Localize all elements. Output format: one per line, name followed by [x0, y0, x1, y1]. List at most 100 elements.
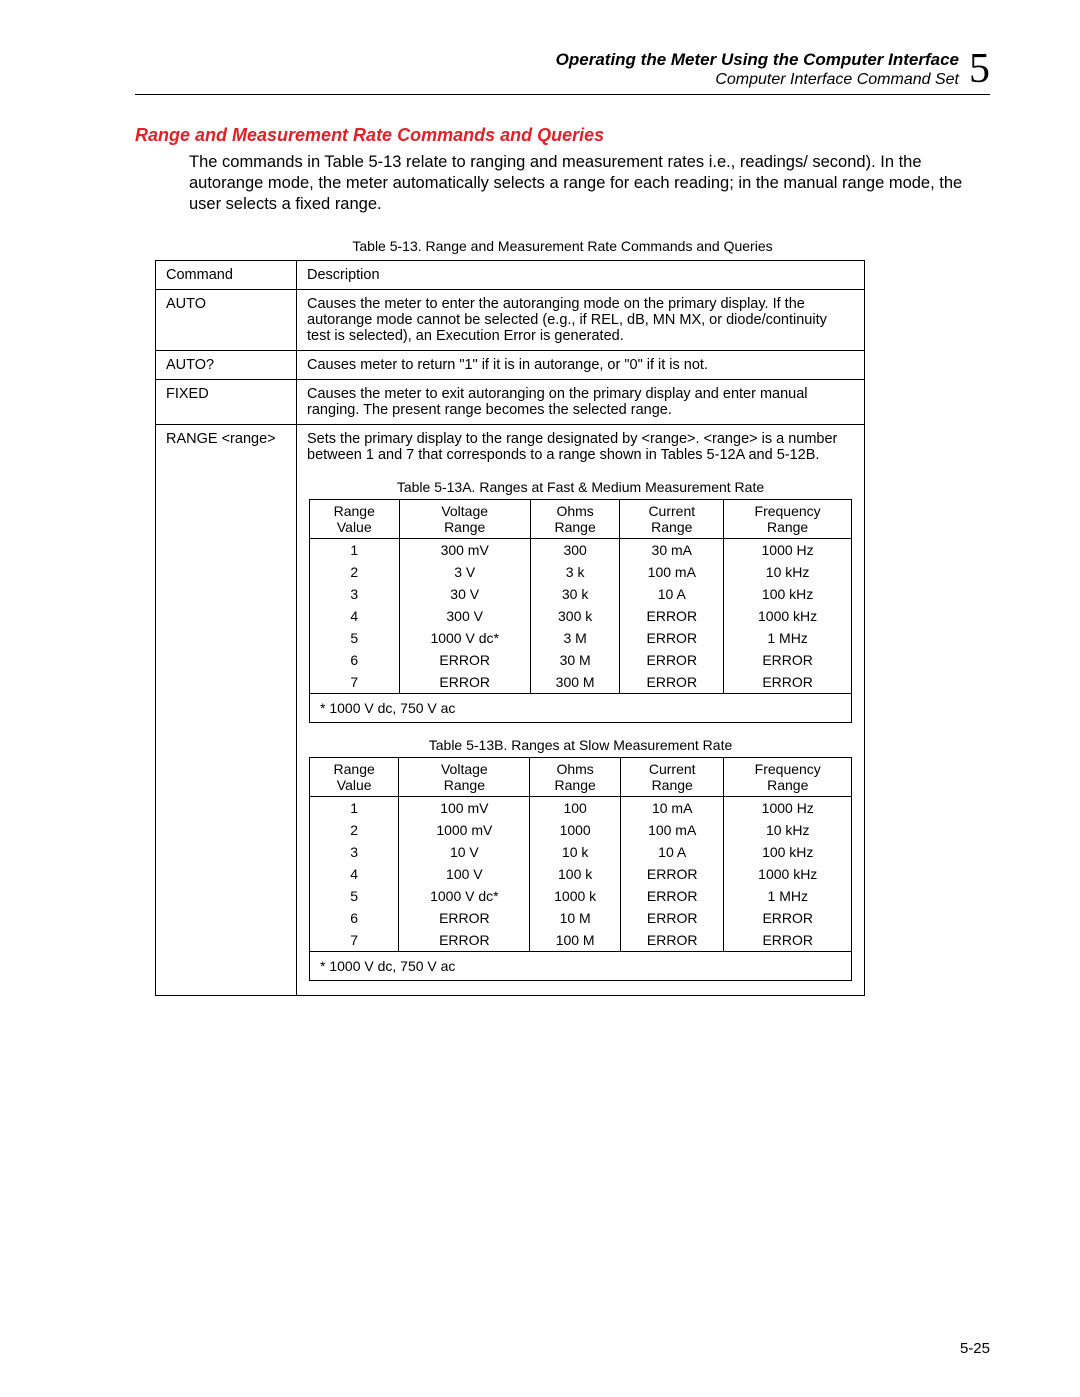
table-cell: 10 k [530, 841, 621, 863]
table-cell: ERROR [620, 863, 724, 885]
table-cell: 100 M [530, 929, 621, 952]
page: Operating the Meter Using the Computer I… [0, 0, 1080, 1397]
table-cell: ERROR [620, 671, 724, 694]
subtable-b-caption: Table 5-13B. Ranges at Slow Measurement … [309, 737, 852, 753]
table-cell: 3 V [399, 561, 530, 583]
table-row: 1300 mV30030 mA1000 Hz [310, 538, 852, 561]
desc-cell: Causes meter to return "1" if it is in a… [297, 350, 865, 379]
table-cell: 1000 mV [399, 819, 530, 841]
desc-cell: Sets the primary display to the range de… [297, 424, 865, 469]
table-cell: 1000 V dc* [399, 627, 530, 649]
table-cell: 10 A [620, 841, 724, 863]
subtable-a-footnote: * 1000 V dc, 750 V ac [310, 693, 852, 722]
header-rule [135, 94, 990, 95]
table-cell: 100 mV [399, 796, 530, 819]
table-cell: 10 M [530, 907, 621, 929]
table-cell: ERROR [620, 885, 724, 907]
table-cell: 1 [310, 538, 400, 561]
table-cell: 4 [310, 863, 399, 885]
table-cell: 300 k [530, 605, 620, 627]
table-row: 23 V3 k100 mA10 kHz [310, 561, 852, 583]
table-cell: 6 [310, 907, 399, 929]
running-header: Operating the Meter Using the Computer I… [135, 50, 990, 90]
table-cell: ERROR [620, 649, 724, 671]
table-cell: 10 mA [620, 796, 724, 819]
table-cell: 1000 Hz [724, 538, 852, 561]
table-row: AUTO? Causes meter to return "1" if it i… [156, 350, 865, 379]
table-cell: 10 kHz [724, 561, 852, 583]
section-heading: Range and Measurement Rate Commands and … [135, 125, 990, 146]
col-header-command: Command [156, 260, 297, 289]
table-row: 4100 V100 kERROR1000 kHz [310, 863, 852, 885]
table-cell: 6 [310, 649, 400, 671]
table-row: 51000 V dc*1000 kERROR1 MHz [310, 885, 852, 907]
table-cell: 300 V [399, 605, 530, 627]
table-row: 51000 V dc*3 MERROR1 MHz [310, 627, 852, 649]
table-cell: 10 A [620, 583, 724, 605]
table-cell: 100 [530, 796, 621, 819]
table-cell: ERROR [724, 907, 852, 929]
subtable-header: RangeValue VoltageRange OhmsRange Curren… [310, 499, 852, 538]
table-cell: ERROR [620, 907, 724, 929]
table-cell: 1000 V dc* [399, 885, 530, 907]
table-caption: Table 5-13. Range and Measurement Rate C… [135, 238, 990, 254]
table-cell: 1000 kHz [724, 863, 852, 885]
table-cell: ERROR [620, 627, 724, 649]
table-cell: 100 k [530, 863, 621, 885]
subtable-a-body: 1300 mV30030 mA1000 Hz23 V3 k100 mA10 kH… [310, 538, 852, 693]
table-cell: 2 [310, 561, 400, 583]
table-cell: 5 [310, 885, 399, 907]
table-cell: ERROR [724, 671, 852, 694]
cmd-cell: RANGE <range> [156, 424, 297, 469]
desc-cell: Causes the meter to exit autoranging on … [297, 379, 865, 424]
table-cell: 7 [310, 671, 400, 694]
table-cell: ERROR [724, 929, 852, 952]
table-cell: 1 [310, 796, 399, 819]
subtable-b: RangeValue VoltageRange OhmsRange Curren… [309, 757, 852, 981]
header-section-title: Computer Interface Command Set [715, 71, 959, 88]
table-cell: ERROR [620, 929, 724, 952]
table-cell: 100 V [399, 863, 530, 885]
table-row: AUTO Causes the meter to enter the autor… [156, 289, 865, 350]
command-table: Command Description AUTO Causes the mete… [155, 260, 865, 996]
table-cell: 100 mA [620, 819, 724, 841]
table-cell: 300 [530, 538, 620, 561]
table-cell: 100 kHz [724, 841, 852, 863]
table-row: 330 V30 k10 A100 kHz [310, 583, 852, 605]
table-cell: 1000 kHz [724, 605, 852, 627]
table-cell: 1000 [530, 819, 621, 841]
table-cell: 100 mA [620, 561, 724, 583]
table-row: 6ERROR30 MERRORERROR [310, 649, 852, 671]
table-cell: 100 kHz [724, 583, 852, 605]
table-cell: 5 [310, 627, 400, 649]
cmd-cell: FIXED [156, 379, 297, 424]
empty-cell [156, 469, 297, 996]
subtable-b-body: 1100 mV10010 mA1000 Hz21000 mV1000100 mA… [310, 796, 852, 951]
table-row: 4300 V300 kERROR1000 kHz [310, 605, 852, 627]
table-cell: 30 V [399, 583, 530, 605]
subtable-header: RangeValue VoltageRange OhmsRange Curren… [310, 757, 852, 796]
subtable-a: RangeValue VoltageRange OhmsRange Curren… [309, 499, 852, 723]
table-row: 21000 mV1000100 mA10 kHz [310, 819, 852, 841]
chapter-number: 5 [969, 51, 990, 89]
table-row: 6ERROR10 MERRORERROR [310, 907, 852, 929]
intro-paragraph: The commands in Table 5-13 relate to ran… [189, 152, 990, 216]
table-cell: 10 V [399, 841, 530, 863]
table-row: 310 V10 k10 A100 kHz [310, 841, 852, 863]
table-cell: ERROR [399, 671, 530, 694]
subtable-row: Table 5-13A. Ranges at Fast & Medium Mea… [156, 469, 865, 996]
subtable-a-caption: Table 5-13A. Ranges at Fast & Medium Mea… [309, 479, 852, 495]
table-row: FIXED Causes the meter to exit autorangi… [156, 379, 865, 424]
table-cell: 30 k [530, 583, 620, 605]
chapter-title: Operating the Meter Using the Computer I… [556, 50, 959, 69]
desc-cell: Causes the meter to enter the autorangin… [297, 289, 865, 350]
table-row: RANGE <range> Sets the primary display t… [156, 424, 865, 469]
table-cell: 1 MHz [724, 885, 852, 907]
table-cell: ERROR [620, 605, 724, 627]
table-cell: 300 M [530, 671, 620, 694]
table-cell: 3 M [530, 627, 620, 649]
subtable-container: Table 5-13A. Ranges at Fast & Medium Mea… [297, 469, 865, 996]
table-cell: ERROR [399, 929, 530, 952]
table-cell: 300 mV [399, 538, 530, 561]
table-cell: ERROR [399, 649, 530, 671]
